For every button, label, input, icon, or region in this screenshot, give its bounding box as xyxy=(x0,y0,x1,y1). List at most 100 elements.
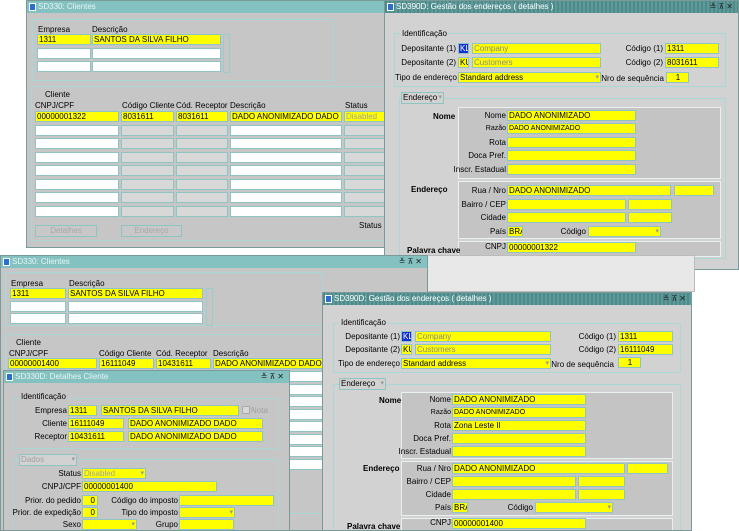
dep1-code-field[interactable]: KL xyxy=(458,43,469,54)
nro-field[interactable]: 1 xyxy=(666,72,689,83)
codigo-cliente-cell[interactable]: 16111049 xyxy=(99,358,154,369)
title-bar[interactable]: SD330: Clientes xyxy=(27,1,384,13)
nro-rua-field[interactable] xyxy=(674,185,714,196)
nome-field[interactable]: DADO ANONIMIZADO xyxy=(507,110,636,121)
cnpj-field[interactable]: 00000001400 xyxy=(82,481,217,492)
descricao-field[interactable] xyxy=(92,61,221,72)
cod1-field[interactable]: 1311 xyxy=(665,43,719,54)
receptor-desc-field[interactable]: DADO ANONIMIZADO DADO ANONIMIZA xyxy=(128,431,263,442)
grid-cell[interactable] xyxy=(35,205,119,217)
grid-cell[interactable] xyxy=(35,192,119,203)
descricao-field[interactable] xyxy=(68,301,203,312)
bairro-field[interactable] xyxy=(452,476,576,487)
codigo-dropdown[interactable] xyxy=(588,226,661,237)
grid-cell[interactable] xyxy=(35,124,119,136)
scrollbar[interactable] xyxy=(206,288,213,326)
codigo-dropdown[interactable] xyxy=(535,502,613,513)
grid-cell[interactable] xyxy=(176,205,228,217)
status-cell[interactable]: Disabled xyxy=(344,111,384,122)
dep2-field[interactable]: Customers xyxy=(415,344,551,355)
grid-cell[interactable] xyxy=(121,124,174,136)
grid-cell[interactable] xyxy=(344,124,384,136)
rua-field[interactable]: DADO ANONIMIZADO xyxy=(452,463,625,474)
cod-receptor-cell[interactable]: 8031611 xyxy=(176,111,228,122)
grid-cell[interactable] xyxy=(230,138,342,149)
uf-field[interactable] xyxy=(628,212,672,223)
nro-rua-field[interactable] xyxy=(627,463,668,474)
inscr-field[interactable] xyxy=(507,164,636,175)
grid-cell[interactable] xyxy=(121,205,174,217)
grid-cell[interactable] xyxy=(344,165,384,176)
empresa-field[interactable] xyxy=(37,48,91,59)
bairro-field[interactable] xyxy=(507,199,626,210)
grid-cell[interactable] xyxy=(344,178,384,190)
grid-cell[interactable] xyxy=(230,165,342,176)
rota-field[interactable]: Zona Leste II xyxy=(452,420,586,431)
window-controls-icon[interactable]: ≚⊼✕ xyxy=(663,293,688,305)
cep-field[interactable] xyxy=(628,199,672,210)
dep2-code-field[interactable]: KU xyxy=(401,344,412,355)
grid-cell[interactable] xyxy=(230,205,342,217)
empresa-field[interactable]: 1311 xyxy=(68,405,97,416)
empresa-field[interactable] xyxy=(10,301,66,312)
cep-field[interactable] xyxy=(578,476,625,487)
nro-field[interactable]: 1 xyxy=(618,357,641,368)
grid-cell[interactable] xyxy=(176,192,228,203)
dep1-field[interactable]: Company xyxy=(472,43,601,54)
dep1-code-field[interactable]: KL xyxy=(401,331,412,342)
dep1-field[interactable]: Company xyxy=(415,331,551,342)
endereco-tab-dropdown[interactable]: Endereço xyxy=(339,378,386,390)
rua-field[interactable]: DADO ANONIMIZADO xyxy=(507,185,671,196)
dados-tab-dropdown[interactable]: Dados xyxy=(19,454,77,466)
pais-field[interactable]: BRA xyxy=(452,502,468,513)
window-controls-icon[interactable]: ≚⊼✕ xyxy=(399,256,424,268)
cnpj-field[interactable]: 00000001400 xyxy=(452,518,586,529)
razao-field[interactable]: DADO ANONIMIZADO xyxy=(507,123,636,134)
cod1-field[interactable]: 1311 xyxy=(618,331,673,342)
detalhes-button[interactable]: Detalhes xyxy=(35,225,97,237)
grid-cell[interactable] xyxy=(344,192,384,203)
doca-field[interactable] xyxy=(507,150,636,161)
title-bar[interactable]: SD330D: Detalhes Cliente ≚⊼✕ xyxy=(4,371,289,383)
grid-cell[interactable] xyxy=(176,178,228,190)
inscr-field[interactable] xyxy=(452,446,586,457)
grid-cell[interactable] xyxy=(176,124,228,136)
window-controls-icon[interactable]: ≚⊼✕ xyxy=(710,1,735,13)
descricao-field[interactable]: SANTOS DA SILVA FILHO xyxy=(68,288,203,299)
status-dropdown[interactable]: Disabled xyxy=(82,468,146,479)
cidade-field[interactable] xyxy=(507,212,626,223)
grid-cell[interactable] xyxy=(35,138,119,149)
empresa-field[interactable] xyxy=(10,313,66,324)
doca-field[interactable] xyxy=(452,433,586,444)
grid-cell[interactable] xyxy=(121,178,174,190)
grid-cell[interactable] xyxy=(230,124,342,136)
grid-cell[interactable] xyxy=(176,151,228,163)
cod2-field[interactable]: 16111049 xyxy=(618,344,673,355)
endereco-tab-dropdown[interactable]: Endereço xyxy=(401,92,444,104)
empresa-field[interactable]: 1311 xyxy=(10,288,66,299)
grid-cell[interactable] xyxy=(344,138,384,149)
cliente-desc-field[interactable]: DADO ANONIMIZADO DADO ANONIMIZA xyxy=(128,418,263,429)
cod2-field[interactable]: 8031611 xyxy=(665,57,719,68)
pais-field[interactable]: BRA xyxy=(507,226,523,237)
cidade-field[interactable] xyxy=(452,489,576,500)
receptor-field[interactable]: 10431611 xyxy=(68,431,124,442)
grid-cell[interactable] xyxy=(35,151,119,163)
dep2-code-field[interactable]: KU xyxy=(458,57,469,68)
grid-cell[interactable] xyxy=(176,138,228,149)
grid-cell[interactable] xyxy=(121,151,174,163)
tipo-dropdown[interactable]: Standard address xyxy=(458,72,601,83)
descricao-cell[interactable]: DADO ANONIMIZADO DADO ANON xyxy=(230,111,342,122)
grid-cell[interactable] xyxy=(230,178,342,190)
grupo-field[interactable] xyxy=(179,519,234,530)
grid-cell[interactable] xyxy=(121,138,174,149)
empresa-field[interactable]: 1311 xyxy=(37,34,91,45)
codigo-cliente-cell[interactable]: 8031611 xyxy=(121,111,174,122)
grid-cell[interactable] xyxy=(230,192,342,203)
grid-cell[interactable] xyxy=(35,178,119,190)
grid-cell[interactable] xyxy=(344,151,384,163)
tipo-imposto-dropdown[interactable] xyxy=(179,507,235,518)
cod-imposto-field[interactable] xyxy=(179,495,274,506)
cod-receptor-cell[interactable]: 10431611 xyxy=(156,358,211,369)
cnpj-cell[interactable]: 00000001400 xyxy=(8,358,97,369)
